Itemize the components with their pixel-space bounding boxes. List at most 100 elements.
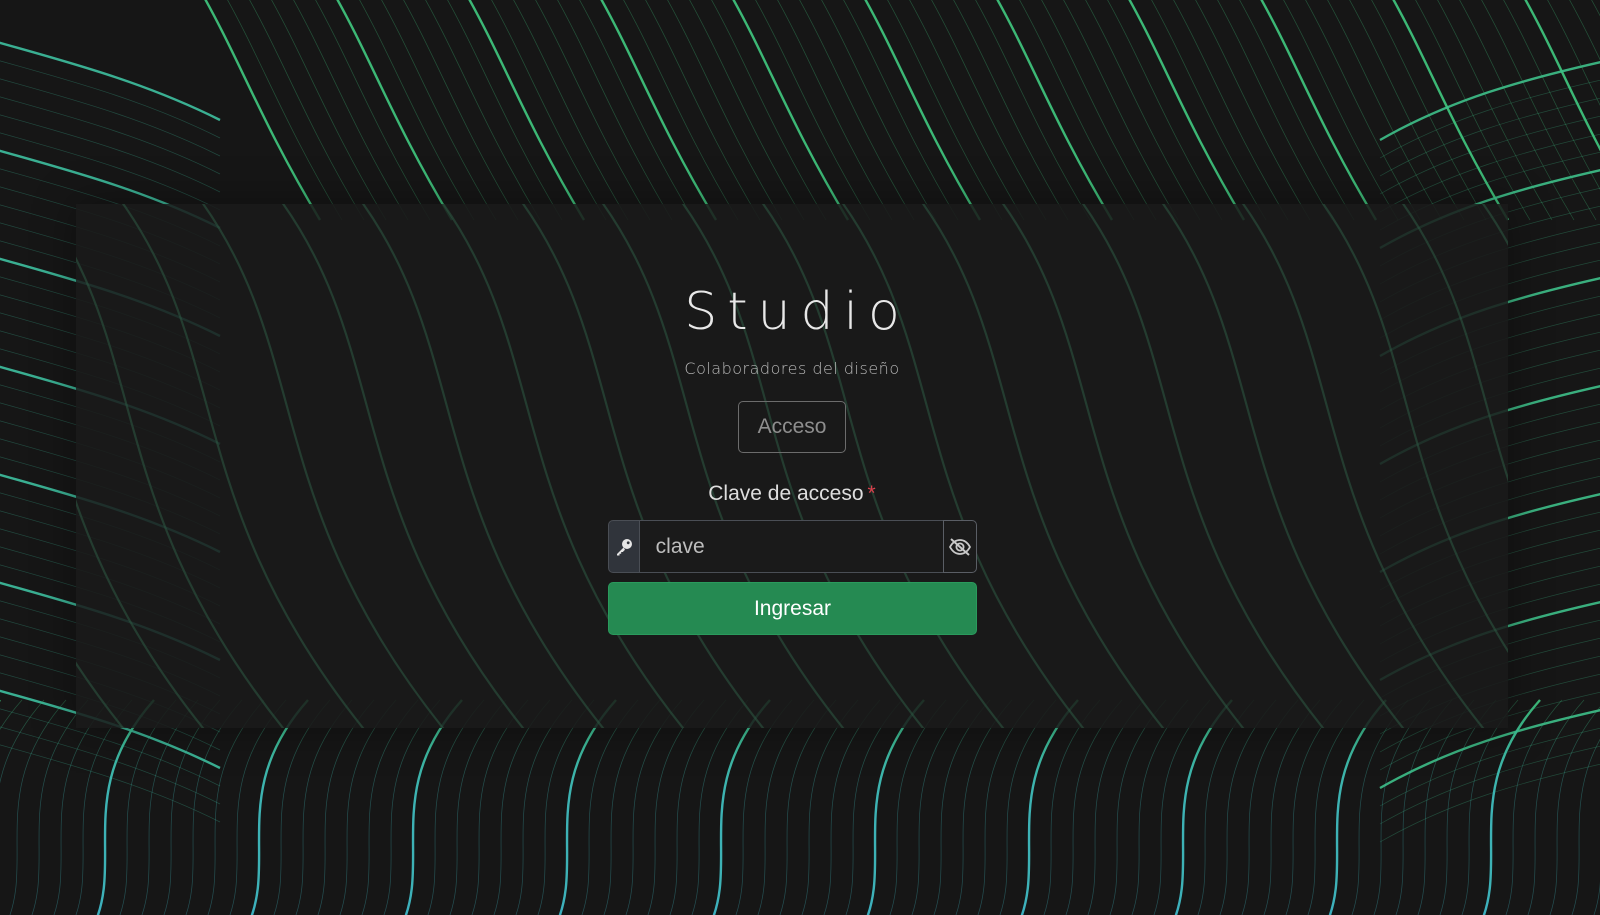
bg-line-top	[1107, 0, 1223, 221]
bg-line-bottom	[1439, 699, 1497, 915]
bg-line-bottom	[96, 699, 155, 915]
bg-line-top	[491, 0, 607, 221]
bg-line-top	[293, 0, 409, 221]
bg-line-top	[843, 0, 959, 221]
bg-line-top	[600, 0, 718, 221]
bg-line-bottom	[625, 699, 683, 915]
login-panel: Studio Colaboradores del diseño Acceso C…	[76, 204, 1508, 728]
bg-line-bottom	[207, 699, 265, 915]
bg-line-top	[821, 0, 937, 221]
bg-line-top	[1260, 0, 1378, 221]
bg-line-top	[689, 0, 805, 221]
bg-line-top	[468, 0, 586, 221]
bg-line-bottom	[669, 699, 727, 915]
bg-line-bottom	[1197, 699, 1255, 915]
bg-line-bottom	[229, 699, 287, 915]
bg-line-bottom	[1065, 699, 1123, 915]
bg-line-bottom	[1527, 699, 1585, 915]
bg-line-top	[667, 0, 783, 221]
bg-line-top	[513, 0, 629, 221]
bg-line-bottom	[823, 699, 881, 915]
bg-line-top	[1151, 0, 1267, 221]
bg-line-left	[0, 96, 221, 175]
bg-line-top	[1327, 0, 1443, 221]
bg-line-bottom	[119, 699, 177, 915]
bg-line-top	[1239, 0, 1355, 221]
bg-line-top	[1217, 0, 1333, 221]
bg-line-top	[931, 0, 1047, 221]
bg-line-bottom	[1328, 699, 1387, 915]
bg-line-bottom	[735, 699, 793, 915]
brand-subtitle: Colaboradores del diseño	[684, 359, 900, 378]
bg-line-bottom	[31, 699, 89, 915]
bg-line-bottom	[317, 699, 375, 915]
bg-line-bottom	[1285, 699, 1343, 915]
bg-line-bottom	[845, 699, 903, 915]
bg-line-top	[777, 0, 893, 221]
bg-line-bottom	[1417, 699, 1475, 915]
bg-line-bottom	[712, 699, 771, 915]
bg-line-top	[271, 0, 387, 221]
bg-line-left	[0, 726, 221, 805]
bg-line-top	[535, 0, 651, 221]
bg-line-top	[403, 0, 519, 221]
bg-line-top	[732, 0, 850, 221]
bg-line-top	[381, 0, 497, 221]
bg-line-top	[623, 0, 739, 221]
bg-line-bottom	[801, 699, 859, 915]
bg-line-top	[1019, 0, 1135, 221]
bg-line-bottom	[1174, 699, 1233, 915]
bg-line-bottom	[866, 699, 925, 915]
submit-button[interactable]: Ingresar	[608, 582, 977, 635]
bg-line-bottom	[1395, 699, 1453, 915]
brand-title: Studio	[684, 282, 910, 342]
bg-line-top	[557, 0, 673, 221]
bg-line-bottom	[1549, 706, 1600, 915]
bg-line-bottom	[404, 699, 463, 915]
bg-line-bottom	[163, 699, 221, 915]
bg-line-bottom	[691, 699, 749, 915]
bg-line-bottom	[779, 699, 837, 915]
bg-line-top	[975, 0, 1091, 221]
bg-line-right	[1379, 745, 1600, 825]
bg-line-bottom	[273, 699, 331, 915]
bg-line-bottom	[603, 699, 661, 915]
bg-line-top	[1415, 0, 1531, 221]
bg-line-top	[1041, 0, 1157, 221]
bg-line-top	[755, 0, 871, 221]
bg-line-top	[1063, 0, 1179, 221]
bg-line-bottom	[889, 699, 947, 915]
bg-line-bottom	[1263, 699, 1321, 915]
bg-line-top	[645, 0, 761, 221]
bg-line-top	[1195, 0, 1311, 221]
bg-line-left	[0, 41, 221, 122]
bg-line-left	[0, 78, 221, 157]
bg-line-bottom	[493, 699, 551, 915]
bg-line-bottom	[537, 699, 595, 915]
bg-line-top	[1569, 0, 1600, 61]
bg-line-bottom	[1109, 699, 1167, 915]
bg-line-bottom	[1373, 699, 1431, 915]
bg-line-top	[1459, 0, 1575, 221]
bg-line-bottom	[581, 699, 639, 915]
eye-slash-icon	[948, 537, 971, 556]
bg-line-bottom	[1241, 699, 1299, 915]
bg-line-bottom	[383, 699, 441, 915]
bg-line-bottom	[1219, 699, 1277, 915]
bg-line-bottom	[999, 699, 1057, 915]
bg-line-top	[1085, 0, 1201, 221]
bg-line-bottom	[955, 699, 1013, 915]
bg-line-bottom	[427, 699, 485, 915]
bg-line-bottom	[757, 699, 815, 915]
bg-line-left	[0, 114, 221, 193]
bg-line-top	[1591, 0, 1600, 17]
bg-line-top	[204, 0, 322, 221]
password-input[interactable]	[639, 520, 943, 573]
bg-line-top	[1128, 0, 1246, 221]
bg-line-bottom	[911, 699, 969, 915]
bg-line-bottom	[361, 699, 419, 915]
bg-line-top	[1349, 0, 1465, 221]
bg-line-bottom	[449, 699, 507, 915]
bg-line-bottom	[1131, 699, 1189, 915]
toggle-visibility-button[interactable]	[942, 520, 977, 573]
